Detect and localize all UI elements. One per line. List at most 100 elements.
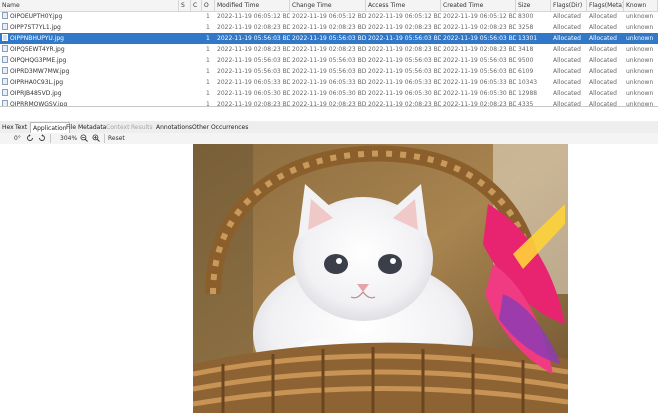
cell-created: 2022-11-19 02:08:23 BDT (443, 24, 516, 31)
panel-divider[interactable] (0, 106, 658, 122)
image-file-icon (2, 56, 8, 63)
toolbar-separator (104, 134, 105, 143)
image-viewer[interactable] (0, 144, 658, 413)
table-row[interactable]: OIPRRMOWGSV.jpg 1 2022-11-19 02:08:23 BDT 2… (0, 99, 658, 106)
cell-size: 3258 (518, 24, 534, 31)
tab-text[interactable]: Text (13, 122, 29, 133)
tab-other-occurrences[interactable]: Other Occurrences (190, 122, 250, 133)
cell-accessed: 2022-11-19 02:08:23 BDT (368, 24, 441, 31)
file-name: OIPRJB485VD.jpg (10, 90, 62, 97)
cell-flags-meta: Allocated (589, 101, 617, 106)
file-name: OIPOEUPTH0Y.jpg (10, 13, 63, 20)
file-name: OIPPNBHUPYU.jpg (10, 35, 64, 42)
column-header-size[interactable]: Size (516, 0, 551, 11)
cell-accessed: 2022-11-19 02:08:23 BDT (368, 101, 441, 106)
rotation-value: 0° (14, 135, 21, 142)
cell-flags-dir: Allocated (553, 57, 581, 64)
cell-accessed: 2022-11-19 05:56:03 BDT (368, 35, 441, 42)
table-row[interactable]: OIPP7ST7YL1.jpg 1 2022-11-19 02:08:23 BDT 2… (0, 22, 658, 33)
file-name: OIPQHQG3PME.jpg (10, 57, 67, 64)
cell-accessed: 2022-11-19 02:08:23 BDT (368, 46, 441, 53)
cell-changed: 2022-11-19 06:05:33 BDT (292, 79, 366, 86)
image-file-icon (2, 23, 8, 30)
cell-flags-meta: Allocated (589, 13, 617, 20)
table-row[interactable]: OIPRHA0C93L.jpg 1 2022-11-19 06:05:33 BDT 2… (0, 77, 658, 88)
file-name: OIPP7ST7YL1.jpg (10, 24, 61, 31)
zoom-in-icon[interactable] (92, 134, 100, 142)
cell-modified: 2022-11-19 05:56:03 BDT (217, 35, 290, 42)
rotate-left-icon[interactable] (26, 134, 34, 142)
tab-annotations[interactable]: Annotations (154, 122, 194, 133)
tab-results[interactable]: Results (129, 122, 155, 133)
file-name-cell: OIPQ5EWT4YR.jpg (0, 44, 179, 55)
cell-flags-dir: Allocated (553, 13, 581, 20)
column-header-s[interactable]: S (179, 0, 191, 11)
cell-created: 2022-11-19 02:08:23 BDT (443, 46, 516, 53)
cell-o: 1 (206, 46, 210, 53)
cell-accessed: 2022-11-19 06:05:30 BDT (368, 90, 441, 97)
column-header-flags-dir[interactable]: Flags(Dir) (551, 0, 587, 11)
file-name-cell: OIPRD3MW7MW.jpg (0, 66, 179, 77)
file-name-cell: OIPQHQG3PME.jpg (0, 55, 179, 66)
cell-size: 12988 (518, 90, 538, 97)
cell-size: 6109 (518, 68, 534, 75)
cell-created: 2022-11-19 05:56:03 BDT (443, 68, 516, 75)
cell-changed: 2022-11-19 05:56:03 BDT (292, 68, 366, 75)
tab-file-metadata[interactable]: File Metadata (64, 122, 108, 133)
table-row[interactable]: OIPOEUPTH0Y.jpg 1 2022-11-19 06:05:12 BDT 2… (0, 11, 658, 22)
cell-created: 2022-11-19 05:56:03 BDT (443, 57, 516, 64)
cell-size: 3418 (518, 46, 534, 53)
table-row[interactable]: OIPQHQG3PME.jpg 1 2022-11-19 05:56:03 BDT 2… (0, 55, 658, 66)
cell-created: 2022-11-19 06:05:30 BDT (443, 90, 516, 97)
cell-size: 9500 (518, 57, 534, 64)
table-row[interactable]: OIPRJB485VD.jpg 1 2022-11-19 06:05:30 BDT 2… (0, 88, 658, 99)
table-row[interactable]: OIPQ5EWT4YR.jpg 1 2022-11-19 02:08:23 BDT 2… (0, 44, 658, 55)
cell-flags-dir: Allocated (553, 68, 581, 75)
cell-accessed: 2022-11-19 06:05:12 BDT (368, 13, 441, 20)
cell-flags-dir: Allocated (553, 90, 581, 97)
column-header-o[interactable]: O (202, 0, 215, 11)
cell-flags-meta: Allocated (589, 68, 617, 75)
column-header-name[interactable]: Name (0, 0, 179, 11)
column-header-access-time[interactable]: Access Time (366, 0, 441, 11)
cell-changed: 2022-11-19 06:05:30 BDT (292, 90, 366, 97)
rotate-right-icon[interactable] (38, 134, 46, 142)
cell-size: 8300 (518, 13, 534, 20)
table-row[interactable]: OIPRD3MW7MW.jpg 1 2022-11-19 05:56:03 BDT 2… (0, 66, 658, 77)
cell-known: unknown (626, 35, 654, 42)
image-file-icon (2, 12, 8, 19)
file-name-cell: OIPRHA0C93L.jpg (0, 77, 179, 88)
column-header-c[interactable]: C (191, 0, 202, 11)
image-file-icon (2, 78, 8, 85)
cell-flags-meta: Allocated (589, 46, 617, 53)
cell-flags-meta: Allocated (589, 79, 617, 86)
zoom-out-icon[interactable] (80, 134, 88, 142)
cell-o: 1 (206, 57, 210, 64)
cell-accessed: 2022-11-19 05:56:03 BDT (368, 57, 441, 64)
reset-button[interactable]: Reset (108, 133, 125, 144)
cell-changed: 2022-11-19 02:08:23 BDT (292, 46, 366, 53)
column-header-change-time[interactable]: Change Time (290, 0, 366, 11)
column-header-created-time[interactable]: Created Time (441, 0, 516, 11)
column-header-modified-time[interactable]: Modified Time (215, 0, 290, 11)
cell-modified: 2022-11-19 06:05:30 BDT (217, 90, 290, 97)
cell-o: 1 (206, 35, 210, 42)
tab-context[interactable]: Context (104, 122, 132, 133)
file-name-cell: OIPOEUPTH0Y.jpg (0, 11, 179, 22)
cell-created: 2022-11-19 06:05:33 BDT (443, 79, 516, 86)
table-row[interactable]: OIPPNBHUPYU.jpg 1 2022-11-19 05:56:03 BDT 2… (0, 33, 658, 44)
cell-o: 1 (206, 90, 210, 97)
cell-flags-dir: Allocated (553, 24, 581, 31)
cell-flags-dir: Allocated (553, 79, 581, 86)
file-name: OIPQ5EWT4YR.jpg (10, 46, 65, 53)
cell-created: 2022-11-19 06:05:12 BDT (443, 13, 516, 20)
cell-modified: 2022-11-19 02:08:23 BDT (217, 46, 290, 53)
column-header-flags-meta[interactable]: Flags(Meta) (587, 0, 624, 11)
cell-o: 1 (206, 68, 210, 75)
cell-o: 1 (206, 13, 210, 20)
file-name-cell: OIPRRMOWGSV.jpg (0, 99, 179, 106)
column-header-known[interactable]: Known (624, 0, 658, 11)
cell-flags-meta: Allocated (589, 24, 617, 31)
file-name-cell: OIPP7ST7YL1.jpg (0, 22, 179, 33)
cell-created: 2022-11-19 02:08:23 BDT (443, 101, 516, 106)
